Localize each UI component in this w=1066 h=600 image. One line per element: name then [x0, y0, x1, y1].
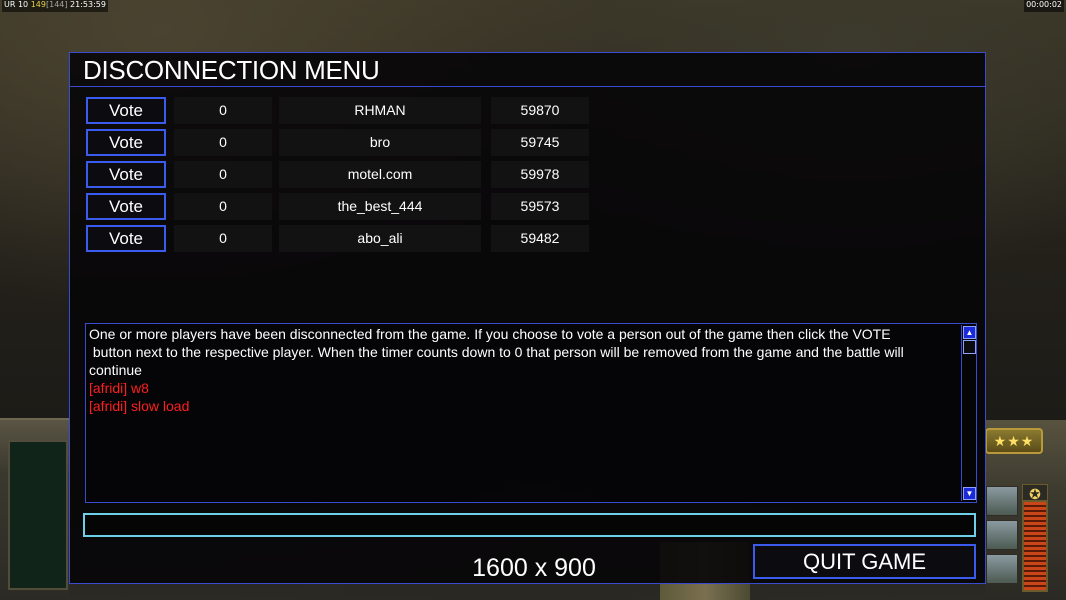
debug-label: UR [4, 0, 16, 9]
player-ping: 59745 [491, 129, 589, 156]
chat-message: [afridi] slow load [89, 398, 190, 414]
rank-stars-icon: ★★★ [985, 428, 1043, 454]
player-name: motel.com [279, 161, 481, 188]
vote-count: 0 [174, 161, 272, 188]
player-name: abo_ali [279, 225, 481, 252]
player-ping: 59870 [491, 97, 589, 124]
debug-stats: UR 10 149[144] 21:53:59 [2, 0, 108, 12]
vote-count: 0 [174, 129, 272, 156]
vote-count: 0 [174, 97, 272, 124]
system-message-line: continue [89, 362, 142, 378]
player-name: the_best_444 [279, 193, 481, 220]
player-ping: 59978 [491, 161, 589, 188]
radar-screen [8, 440, 68, 590]
unit-thumbnail [986, 554, 1018, 584]
player-ping: 59482 [491, 225, 589, 252]
chat-input[interactable] [83, 513, 976, 537]
vote-button[interactable]: Vote [86, 225, 166, 252]
vote-button[interactable]: Vote [86, 97, 166, 124]
player-row: Vote 0 abo_ali 59482 [86, 225, 606, 252]
unit-thumbnail [986, 486, 1018, 516]
message-scrollbar[interactable]: ▲ ▼ [961, 325, 976, 501]
clock-value: 21:53:59 [70, 0, 106, 9]
chat-message: [afridi] w8 [89, 380, 149, 396]
message-log[interactable]: One or more players have been disconnect… [85, 323, 977, 503]
vote-button[interactable]: Vote [86, 129, 166, 156]
disconnection-dialog: DISCONNECTION MENU Vote 0 RHMAN 59870 Vo… [69, 52, 986, 584]
player-row: Vote 0 RHMAN 59870 [86, 97, 606, 124]
scroll-down-arrow-icon[interactable]: ▼ [963, 487, 976, 500]
vote-count: 0 [174, 225, 272, 252]
unit-thumbnail [986, 520, 1018, 550]
message-text: One or more players have been disconnect… [89, 325, 959, 415]
fps-value: 10 [17, 0, 29, 9]
player-ping: 59573 [491, 193, 589, 220]
player-row: Vote 0 the_best_444 59573 [86, 193, 606, 220]
resolution-label: 1600 x 900 [472, 554, 596, 582]
system-message-line: One or more players have been disconnect… [89, 326, 891, 342]
dialog-title: DISCONNECTION MENU [83, 55, 380, 85]
player-name: bro [279, 129, 481, 156]
player-row: Vote 0 bro 59745 [86, 129, 606, 156]
scroll-thumb[interactable] [963, 340, 976, 354]
vote-button[interactable]: Vote [86, 193, 166, 220]
game-timer: 00:00:02 [1024, 0, 1064, 12]
frame-value: 149 [30, 0, 46, 9]
player-name: RHMAN [279, 97, 481, 124]
dialog-header: DISCONNECTION MENU [70, 53, 985, 87]
scroll-up-arrow-icon[interactable]: ▲ [963, 326, 976, 339]
vote-count: 0 [174, 193, 272, 220]
quit-game-button[interactable]: QUIT GAME [753, 544, 976, 579]
frame-cap-value: [144] [45, 0, 68, 9]
system-message-line: button next to the respective player. Wh… [89, 344, 904, 360]
vote-button[interactable]: Vote [86, 161, 166, 188]
player-row: Vote 0 motel.com 59978 [86, 161, 606, 188]
power-meter [1022, 500, 1048, 592]
